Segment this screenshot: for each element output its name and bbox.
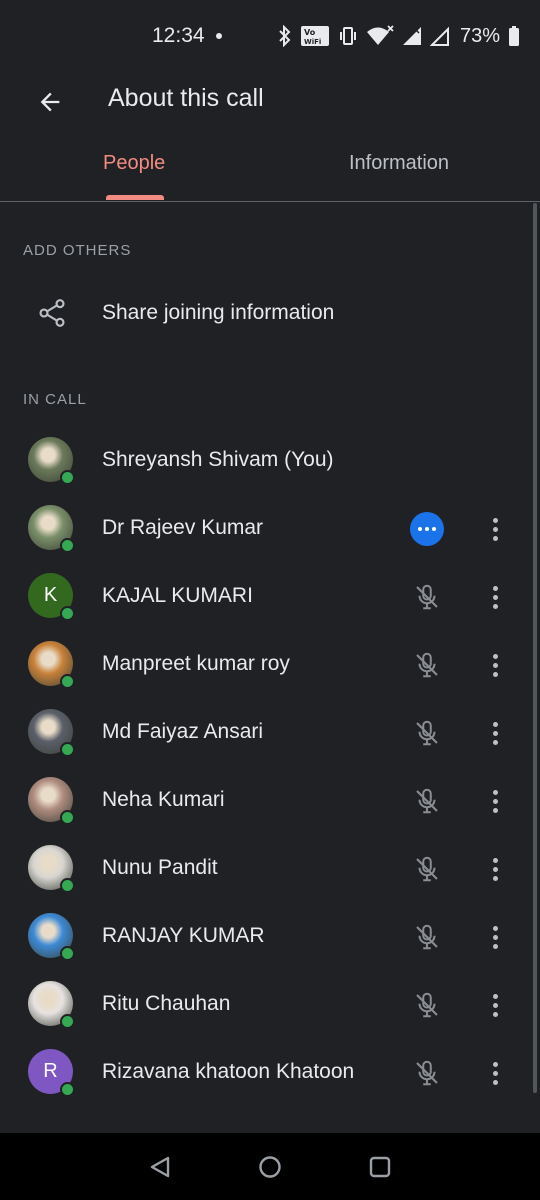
online-status-icon — [60, 470, 75, 485]
share-icon — [39, 299, 65, 327]
bluetooth-icon — [279, 25, 291, 47]
mic-off-icon — [412, 854, 442, 884]
participant-name: Manpreet kumar roy — [102, 652, 290, 675]
mic-off-icon — [412, 990, 442, 1020]
participant-row[interactable]: Neha Kumari — [0, 766, 530, 834]
tab-bar: People Information — [0, 140, 540, 202]
online-status-icon — [60, 946, 75, 961]
svg-text:Vo: Vo — [304, 28, 316, 37]
signal-icon — [430, 26, 449, 46]
participant-name: Neha Kumari — [102, 788, 225, 811]
more-vert-icon[interactable] — [480, 579, 510, 615]
participant-name: Rizavana khatoon Khatoon — [102, 1060, 355, 1083]
tab-information[interactable]: Information — [349, 152, 449, 175]
participant-row[interactable]: Nunu Pandit — [0, 834, 530, 902]
arrow-back-icon — [40, 92, 60, 112]
online-status-icon — [60, 1082, 75, 1097]
more-vert-icon[interactable] — [480, 647, 510, 683]
vibrate-icon — [340, 27, 356, 45]
online-status-icon — [60, 878, 75, 893]
status-time: 12:34 — [152, 24, 205, 47]
more-vert-icon[interactable] — [480, 987, 510, 1023]
more-vert-icon[interactable] — [480, 919, 510, 955]
online-status-icon — [60, 742, 75, 757]
participant-name: Shreyansh Shivam (You) — [102, 448, 334, 471]
navigation-bar — [0, 1133, 540, 1200]
online-status-icon — [60, 1014, 75, 1029]
participant-row[interactable]: Shreyansh Shivam (You) — [0, 426, 530, 494]
tab-indicator — [106, 195, 164, 200]
svg-text:WiFi: WiFi — [304, 38, 321, 46]
participant-name: Nunu Pandit — [102, 856, 218, 879]
mic-off-icon — [412, 582, 442, 612]
volte-wifi-icon: VoWiFi — [301, 26, 329, 46]
back-button[interactable] — [30, 82, 70, 122]
mic-off-icon — [412, 718, 442, 748]
participant-row[interactable]: R Rizavana khatoon Khatoon — [0, 1038, 530, 1106]
more-vert-icon[interactable] — [480, 851, 510, 887]
scrollbar[interactable] — [533, 203, 537, 1093]
participant-row[interactable]: Md Faiyaz Ansari — [0, 698, 530, 766]
nav-recents-icon[interactable] — [366, 1153, 394, 1181]
app-bar: About this call — [0, 70, 540, 130]
share-joining-info-button[interactable]: Share joining information — [0, 284, 530, 344]
battery-icon — [509, 26, 520, 46]
notification-dot-icon — [216, 33, 222, 39]
avatar-initial: K — [43, 584, 58, 606]
avatar-initial: R — [43, 1060, 58, 1082]
online-status-icon — [60, 538, 75, 553]
online-status-icon — [60, 810, 75, 825]
more-vert-icon[interactable] — [480, 1055, 510, 1091]
participant-name: RANJAY KUMAR — [102, 924, 265, 947]
nav-home-icon[interactable] — [256, 1153, 284, 1181]
online-status-icon — [60, 674, 75, 689]
nav-back-icon[interactable] — [146, 1153, 174, 1181]
signal-icon — [403, 26, 421, 45]
more-vert-icon[interactable] — [480, 783, 510, 819]
participant-row[interactable]: Dr Rajeev Kumar — [0, 494, 530, 562]
more-vert-icon[interactable] — [480, 715, 510, 751]
online-status-icon — [60, 606, 75, 621]
status-bar: 12:34 Vo WiFi 73% — [0, 0, 540, 70]
audio-activity-icon — [410, 512, 444, 546]
more-vert-icon[interactable] — [480, 511, 510, 547]
mic-off-icon — [412, 786, 442, 816]
participant-row[interactable]: K KAJAL KUMARI — [0, 562, 530, 630]
mic-off-icon — [412, 922, 442, 952]
participant-list: Shreyansh Shivam (You) Dr Rajeev Kumar K KA… — [0, 426, 530, 1106]
status-icons: Vo WiFi 73% — [278, 24, 520, 48]
section-header-in-call: IN CALL — [23, 391, 87, 408]
participant-name: Dr Rajeev Kumar — [102, 516, 264, 539]
page-title: About this call — [108, 84, 264, 112]
wifi-icon — [367, 25, 394, 45]
participant-name: KAJAL KUMARI — [102, 584, 253, 607]
mic-off-icon — [412, 1058, 442, 1088]
participant-row[interactable]: RANJAY KUMAR — [0, 902, 530, 970]
participant-name: Md Faiyaz Ansari — [102, 720, 264, 743]
participant-row[interactable]: Ritu Chauhan — [0, 970, 530, 1038]
participant-name: Ritu Chauhan — [102, 992, 231, 1015]
section-header-add-others: ADD OTHERS — [23, 242, 132, 259]
participant-row[interactable]: Manpreet kumar roy — [0, 630, 530, 698]
tab-people[interactable]: People — [103, 152, 165, 175]
mic-off-icon — [412, 650, 442, 680]
battery-percent: 73% — [460, 24, 501, 47]
share-label: Share joining information — [102, 301, 335, 324]
